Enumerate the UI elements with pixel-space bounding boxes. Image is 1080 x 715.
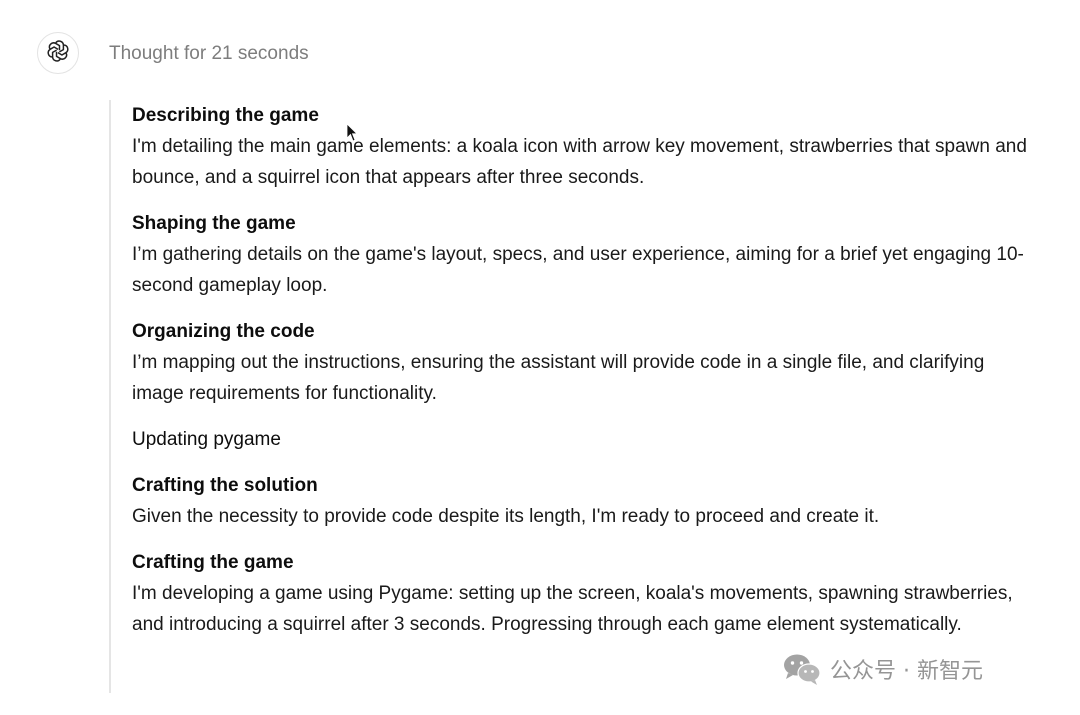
reasoning-step: Updating pygame bbox=[132, 424, 1029, 455]
step-title: Shaping the game bbox=[132, 213, 296, 234]
reasoning-step: Organizing the code I’m mapping out the … bbox=[132, 316, 1029, 409]
reasoning-panel: Describing the game I'm detailing the ma… bbox=[109, 100, 1029, 693]
reasoning-step: Shaping the game I’m gathering details o… bbox=[132, 208, 1029, 301]
step-body: I'm developing a game using Pygame: sett… bbox=[132, 583, 1013, 635]
step-title: Crafting the solution bbox=[132, 475, 318, 496]
reasoning-step: Crafting the game I'm developing a game … bbox=[132, 547, 1029, 640]
step-body: I’m mapping out the instructions, ensuri… bbox=[132, 352, 985, 404]
reasoning-step: Crafting the solution Given the necessit… bbox=[132, 470, 1029, 532]
watermark-text: 公众号 · 新智元 bbox=[830, 659, 983, 684]
step-title: Crafting the game bbox=[132, 552, 294, 573]
assistant-avatar bbox=[37, 32, 79, 74]
thought-duration-toggle[interactable]: Thought for 21 seconds bbox=[109, 42, 309, 66]
step-body: Given the necessity to provide code desp… bbox=[132, 506, 880, 527]
openai-logo-icon bbox=[46, 39, 70, 68]
step-title: Updating pygame bbox=[132, 429, 281, 450]
watermark: 公众号 · 新智元 bbox=[782, 652, 983, 686]
reasoning-step: Describing the game I'm detailing the ma… bbox=[132, 100, 1029, 193]
step-title: Organizing the code bbox=[132, 321, 315, 342]
mouse-pointer-icon bbox=[346, 123, 358, 148]
wechat-logo-icon bbox=[782, 652, 822, 686]
step-body: I’m gathering details on the game's layo… bbox=[132, 244, 1024, 296]
chat-page: Thought for 21 seconds Describing the ga… bbox=[0, 0, 1080, 715]
step-body: I'm detailing the main game elements: a … bbox=[132, 136, 1027, 188]
step-title: Describing the game bbox=[132, 105, 319, 126]
